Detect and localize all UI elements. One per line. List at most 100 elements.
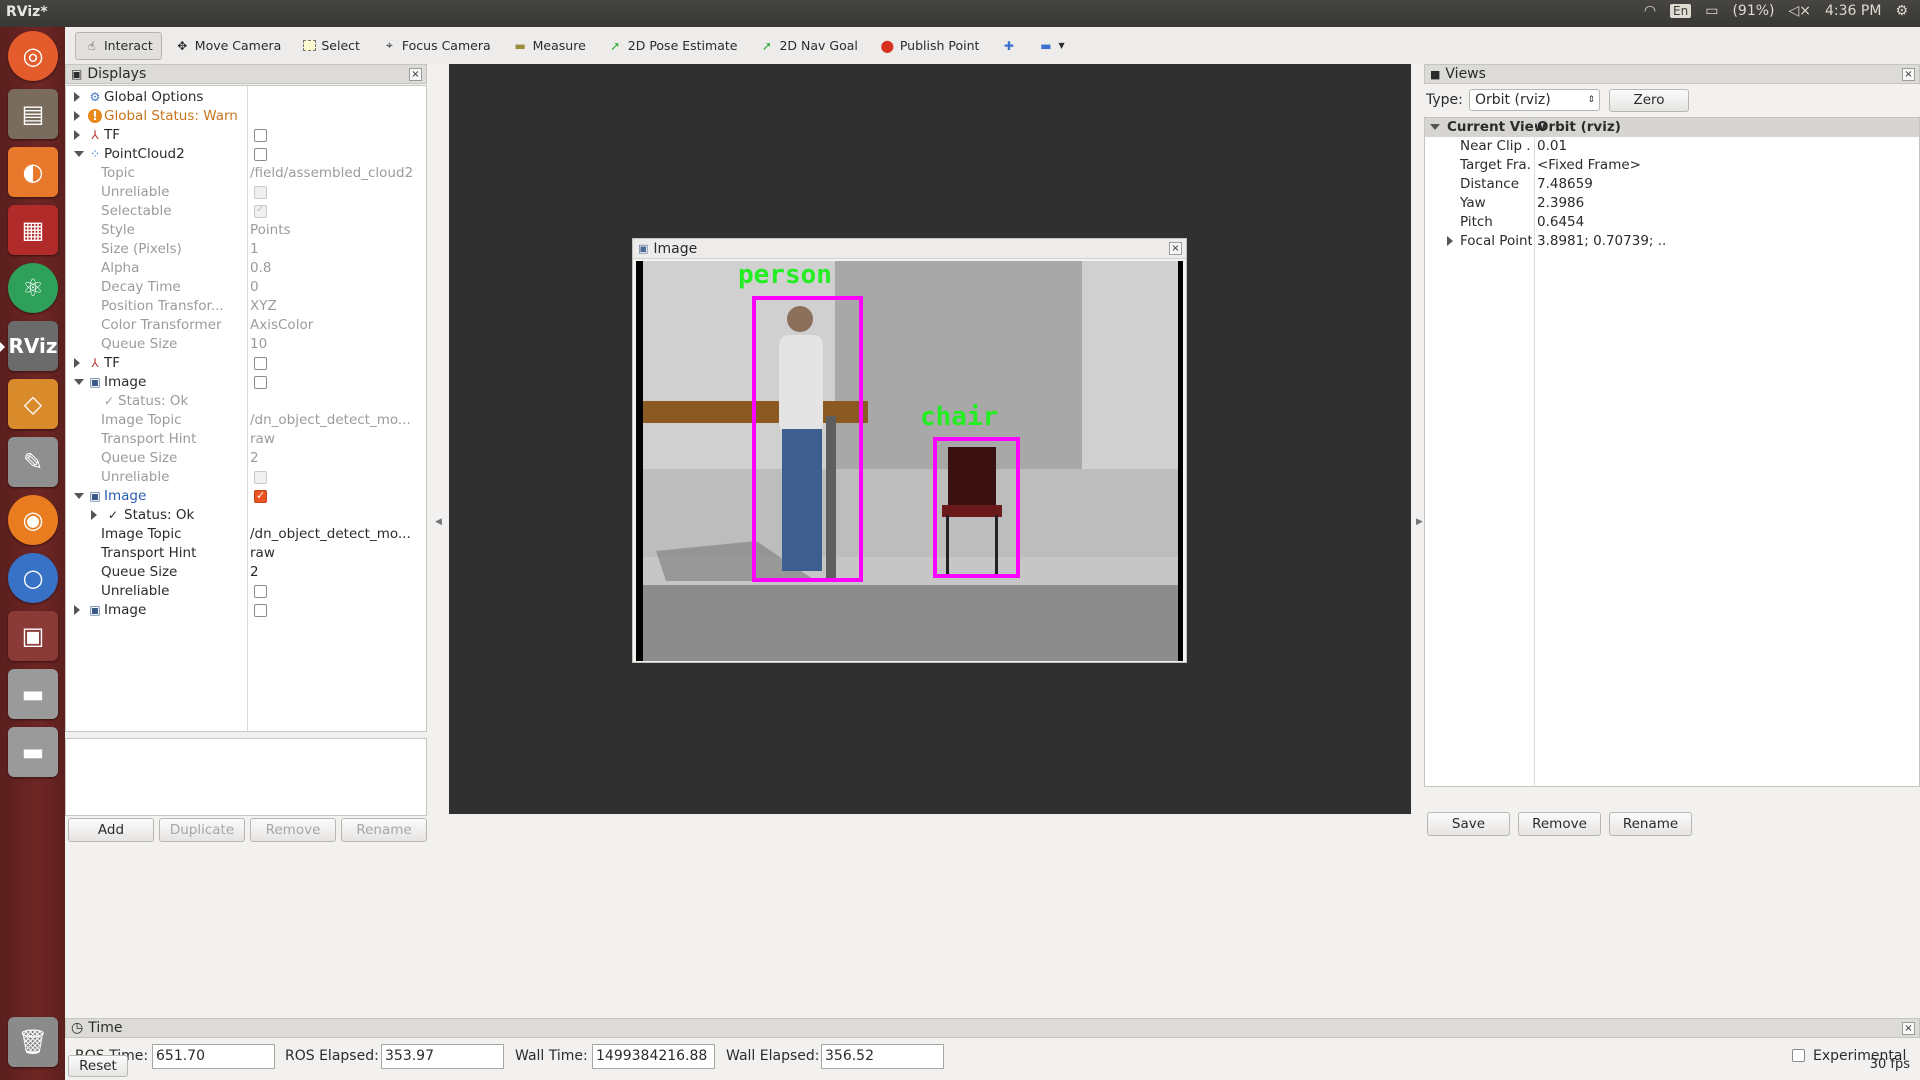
ros-time-field[interactable]: 651.70 — [152, 1044, 275, 1069]
rename-button[interactable]: Rename — [341, 818, 427, 842]
view-property-value[interactable]: 0.6454 — [1537, 214, 1667, 230]
display-row[interactable]: Queue Size 2 — [66, 449, 426, 468]
view-property-row[interactable]: Pitch 0.6454 — [1425, 213, 1919, 232]
display-row[interactable]: ✓ Status: Ok — [66, 506, 426, 525]
experimental-checkbox[interactable] — [1792, 1049, 1805, 1062]
pose-estimate-tool[interactable]: ➚ 2D Pose Estimate — [599, 32, 747, 60]
display-row[interactable]: Queue Size 10 — [66, 335, 426, 354]
expand-arrow-icon[interactable] — [74, 92, 80, 102]
display-row-value[interactable]: /dn_object_detect_mo... — [250, 526, 422, 542]
view-property-value[interactable]: <Fixed Frame> — [1537, 157, 1667, 173]
display-row[interactable]: Position Transfor... XYZ — [66, 297, 426, 316]
close-icon[interactable]: × — [1169, 242, 1182, 255]
nav-goal-tool[interactable]: ➚ 2D Nav Goal — [750, 32, 866, 60]
clock[interactable]: 4:36 PM — [1825, 3, 1881, 19]
enable-checkbox[interactable] — [254, 148, 267, 161]
battery-level[interactable]: (91%) — [1732, 3, 1774, 19]
display-row-value[interactable]: Points — [250, 222, 422, 238]
display-row[interactable]: Decay Time 0 — [66, 278, 426, 297]
display-row[interactable]: ▣ Image — [66, 487, 426, 506]
duplicate-button[interactable]: Duplicate — [159, 818, 245, 842]
close-icon[interactable]: × — [1902, 1022, 1915, 1035]
display-row[interactable]: Image Topic/dn_object_detect_mo... — [66, 411, 426, 430]
enable-checkbox[interactable] — [254, 585, 267, 598]
display-row-value[interactable]: /field/assembled_cloud2 — [250, 165, 422, 181]
close-icon[interactable]: × — [409, 68, 422, 81]
add-button[interactable]: Add — [68, 818, 154, 842]
expand-arrow-icon[interactable] — [74, 358, 80, 368]
display-row[interactable]: ! Global Status: Warn — [66, 107, 426, 126]
display-row[interactable]: ▣ Image — [66, 601, 426, 620]
interact-tool[interactable]: ☝ Interact — [75, 31, 162, 60]
publish-point-tool[interactable]: ⬤ Publish Point — [871, 32, 989, 60]
enable-checkbox[interactable] — [254, 376, 267, 389]
rviz-icon[interactable]: RViz — [0, 321, 58, 371]
display-row-value[interactable]: 0 — [250, 279, 422, 295]
files-icon[interactable]: ▤ — [8, 89, 58, 139]
display-row[interactable]: Image Topic/dn_object_detect_mo... — [66, 525, 426, 544]
workspace-switcher-icon[interactable]: ▣ — [8, 611, 58, 661]
focus-camera-tool[interactable]: ⌖ Focus Camera — [373, 32, 500, 60]
chromium-icon[interactable]: ○ — [8, 553, 58, 603]
display-row-value[interactable]: 0.8 — [250, 260, 422, 276]
expand-arrow-icon[interactable] — [1447, 236, 1453, 246]
wall-time-field[interactable]: 1499384216.88 — [592, 1044, 715, 1069]
zero-button[interactable]: Zero — [1609, 89, 1689, 112]
ros-elapsed-field[interactable]: 353.97 — [381, 1044, 504, 1069]
save-view-button[interactable]: Save — [1427, 812, 1510, 836]
view-property-value[interactable]: 3.8981; 0.70739; ... — [1537, 233, 1667, 249]
close-icon[interactable]: × — [1902, 68, 1915, 81]
display-row-value[interactable]: /dn_object_detect_mo... — [250, 412, 422, 428]
collapse-right-icon[interactable]: ▶ — [1416, 517, 1423, 527]
expand-arrow-icon[interactable] — [74, 130, 80, 140]
enable-checkbox[interactable] — [254, 471, 267, 484]
display-row[interactable]: Color Transformer AxisColor — [66, 316, 426, 335]
wall-elapsed-field[interactable]: 356.52 — [821, 1044, 944, 1069]
collapse-arrow-icon[interactable] — [74, 379, 84, 385]
enable-checkbox[interactable] — [254, 186, 267, 199]
display-row[interactable]: Unreliable — [66, 468, 426, 487]
gear-icon[interactable]: ⚙ — [1895, 3, 1908, 19]
display-row[interactable]: Style Points — [66, 221, 426, 240]
measure-tool[interactable]: ▬ Measure — [504, 32, 595, 60]
remove-button[interactable]: Remove — [250, 818, 336, 842]
display-row-value[interactable]: 2 — [250, 450, 422, 466]
display-row-value[interactable]: 1 — [250, 241, 422, 257]
atom-icon[interactable]: ⚛ — [8, 263, 58, 313]
display-row[interactable]: Alpha 0.8 — [66, 259, 426, 278]
blender-icon[interactable]: ◉ — [8, 495, 58, 545]
expand-arrow-icon[interactable] — [74, 111, 80, 121]
display-row[interactable]: Unreliable — [66, 582, 426, 601]
enable-checkbox[interactable] — [254, 204, 267, 218]
view-property-row[interactable]: Near Clip ... 0.01 — [1425, 137, 1919, 156]
view-property-row[interactable]: Target Fra... <Fixed Frame> — [1425, 156, 1919, 175]
virtualbox-icon[interactable]: ◇ — [8, 379, 58, 429]
volume-icon[interactable]: ◁× — [1789, 3, 1812, 19]
collapse-left-icon[interactable]: ◀ — [435, 517, 442, 527]
view-property-value[interactable]: 2.3986 — [1537, 195, 1667, 211]
firefox-icon[interactable]: ◐ — [8, 147, 58, 197]
ubuntu-dash-icon[interactable]: ◎ — [8, 31, 58, 81]
enable-checkbox[interactable] — [254, 357, 267, 370]
view-property-value[interactable]: 7.48659 — [1537, 176, 1667, 192]
display-row[interactable]: ⅄ TF — [66, 354, 426, 373]
display-row[interactable]: ⅄ TF — [66, 126, 426, 145]
view-property-row[interactable]: Focal Point 3.8981; 0.70739; ... — [1425, 232, 1919, 251]
display-row-value[interactable]: XYZ — [250, 298, 422, 314]
display-row-value[interactable]: 10 — [250, 336, 422, 352]
trash-icon[interactable]: 🗑 — [8, 1017, 58, 1067]
move-camera-tool[interactable]: ✥ Move Camera — [166, 32, 291, 60]
display-row[interactable]: ▣ Image — [66, 373, 426, 392]
view-property-row[interactable]: Yaw 2.3986 — [1425, 194, 1919, 213]
view-type-select[interactable]: Orbit (rviz) ⇕ — [1469, 89, 1600, 111]
display-row-value[interactable]: raw — [250, 545, 422, 561]
display-row-value[interactable]: 2 — [250, 564, 422, 580]
display-row-value[interactable]: raw — [250, 431, 422, 447]
display-row[interactable]: ⚙ Global Options — [66, 88, 426, 107]
render-view[interactable]: ▣ Image × person chair — [449, 64, 1411, 814]
remove-view-button[interactable]: Remove — [1518, 812, 1601, 836]
rename-view-button[interactable]: Rename — [1609, 812, 1692, 836]
keyboard-indicator[interactable]: En — [1670, 4, 1692, 18]
drive-icon[interactable]: ▬ — [8, 727, 58, 777]
drive-icon[interactable]: ▬ — [8, 669, 58, 719]
